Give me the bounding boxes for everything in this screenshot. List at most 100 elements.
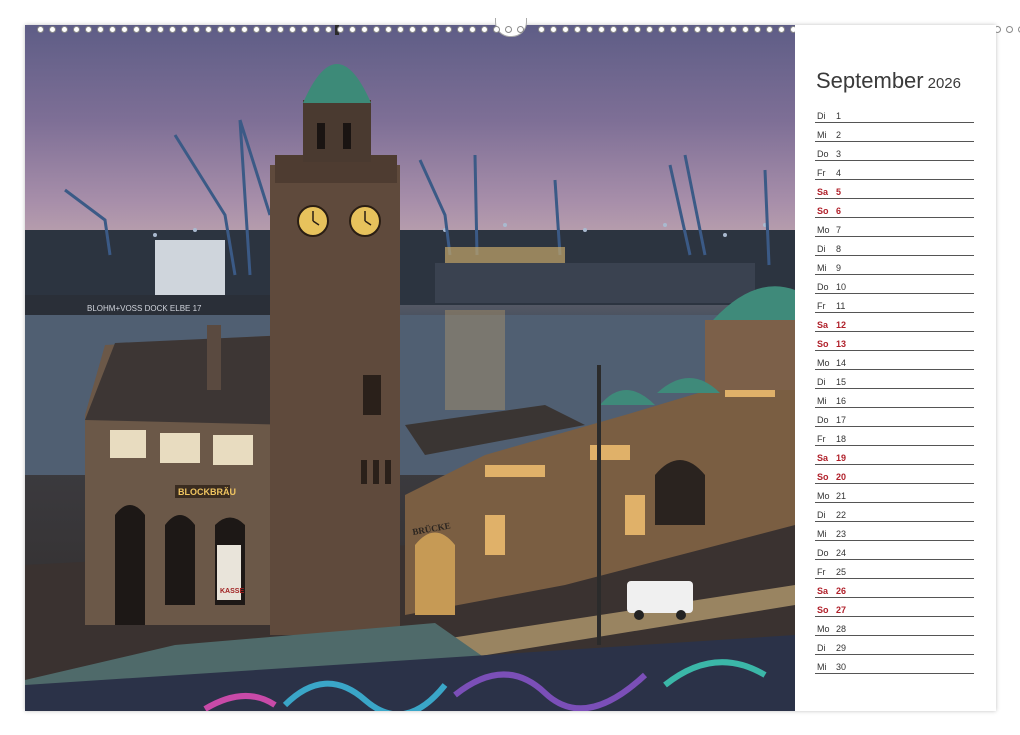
weekday-label: Do [817,548,829,558]
weekday-label: Do [817,282,829,292]
weekday-label: Sa [817,453,829,463]
weekday-label: Mi [817,396,827,406]
day-number: 11 [836,301,846,311]
day-row: Do 3 [815,143,974,161]
day-row: Mi 9 [815,257,974,275]
day-row: Mo 14 [815,352,974,370]
day-row: So 20 [815,466,974,484]
binding-ring [622,26,629,33]
van-wheel-2 [676,610,686,620]
binding-ring [481,26,488,33]
binding-ring [562,26,569,33]
binding-ring [730,26,737,33]
copper-dome [303,64,371,103]
binding-ring [37,26,44,33]
lamp-post [597,365,601,645]
day-row: Di 15 [815,371,974,389]
weekday-label: Mi [817,529,827,539]
chimney [207,325,221,390]
day-number: 26 [836,586,847,596]
weekday-label: So [817,472,829,482]
binding-ring [241,26,248,33]
right-arch [655,460,705,525]
day-number: 22 [836,510,847,520]
day-row: Do 10 [815,276,974,294]
weekday-label: So [817,605,829,615]
binding-ring [397,26,404,33]
binding-ring [229,26,236,33]
binding-ring [85,26,92,33]
binding-ring [337,26,344,33]
weekday-label: Sa [817,320,829,330]
dock-sign: BLOHM+VOSS DOCK ELBE 17 [87,304,202,313]
day-row: So 27 [815,599,974,617]
weekday-label: Fr [817,301,826,311]
tower-slits [361,460,391,484]
month-title: September 2026 [816,68,961,94]
binding-ring [145,26,152,33]
day-number: 2 [836,130,842,140]
binding-ring [517,26,524,33]
day-number: 19 [836,453,847,463]
ticket-sign: KASSE [220,588,244,595]
binding-ring [586,26,593,33]
day-row: Mo 28 [815,618,974,636]
ship-deck [445,247,565,263]
weekday-label: Mi [817,662,827,672]
day-number: 9 [836,263,842,273]
van-wheel [634,610,644,620]
binding-ring [301,26,308,33]
day-number: 17 [836,415,847,425]
binding-ring [646,26,653,33]
harbour-photo: BLOHM+VOSS DOCK ELBE 17 BLOCKBRÄU KASSE [25,25,795,711]
binding-ring [754,26,761,33]
weekday-label: Mo [817,624,830,634]
dome-building [705,320,795,390]
binding-ring [658,26,665,33]
binding-ring [121,26,128,33]
binding-ring [169,26,176,33]
tower-slit [363,375,381,415]
binding-ring [493,26,500,33]
binding-ring [217,26,224,33]
binding-ring [670,26,677,33]
weekday-label: Mi [817,130,827,140]
day-number: 16 [836,396,847,406]
day-row: Sa 12 [815,314,974,332]
binding-ring [538,26,545,33]
day-row: Sa 5 [815,181,974,199]
weekday-label: Di [817,111,826,121]
binding-ring [409,26,416,33]
weekday-label: Sa [817,586,829,596]
day-number: 23 [836,529,847,539]
binding-ring [361,26,368,33]
binding-ring [574,26,581,33]
binding-ring [61,26,68,33]
binding-ring [1006,26,1013,33]
binding-ring [706,26,713,33]
binding-ring [313,26,320,33]
binding-ring [205,26,212,33]
day-row: Fr 11 [815,295,974,313]
day-row: Mi 30 [815,656,974,674]
bridge-arch [415,532,455,615]
day-number: 13 [836,339,847,349]
ship-hull [435,263,755,303]
day-number: 20 [836,472,847,482]
binding-ring [445,26,452,33]
binding-ring [73,26,80,33]
binding-ring [610,26,617,33]
binding-ring [682,26,689,33]
day-number: 30 [836,662,847,672]
day-number: 25 [836,567,847,577]
weekday-label: Fr [817,567,826,577]
binding-ring [550,26,557,33]
binding-ring [742,26,749,33]
binding-ring [766,26,773,33]
weekday-label: Sa [817,187,829,197]
day-number: 28 [836,624,847,634]
day-number: 12 [836,320,847,330]
day-row: Sa 26 [815,580,974,598]
day-row: Di 29 [815,637,974,655]
weekday-label: So [817,206,829,216]
